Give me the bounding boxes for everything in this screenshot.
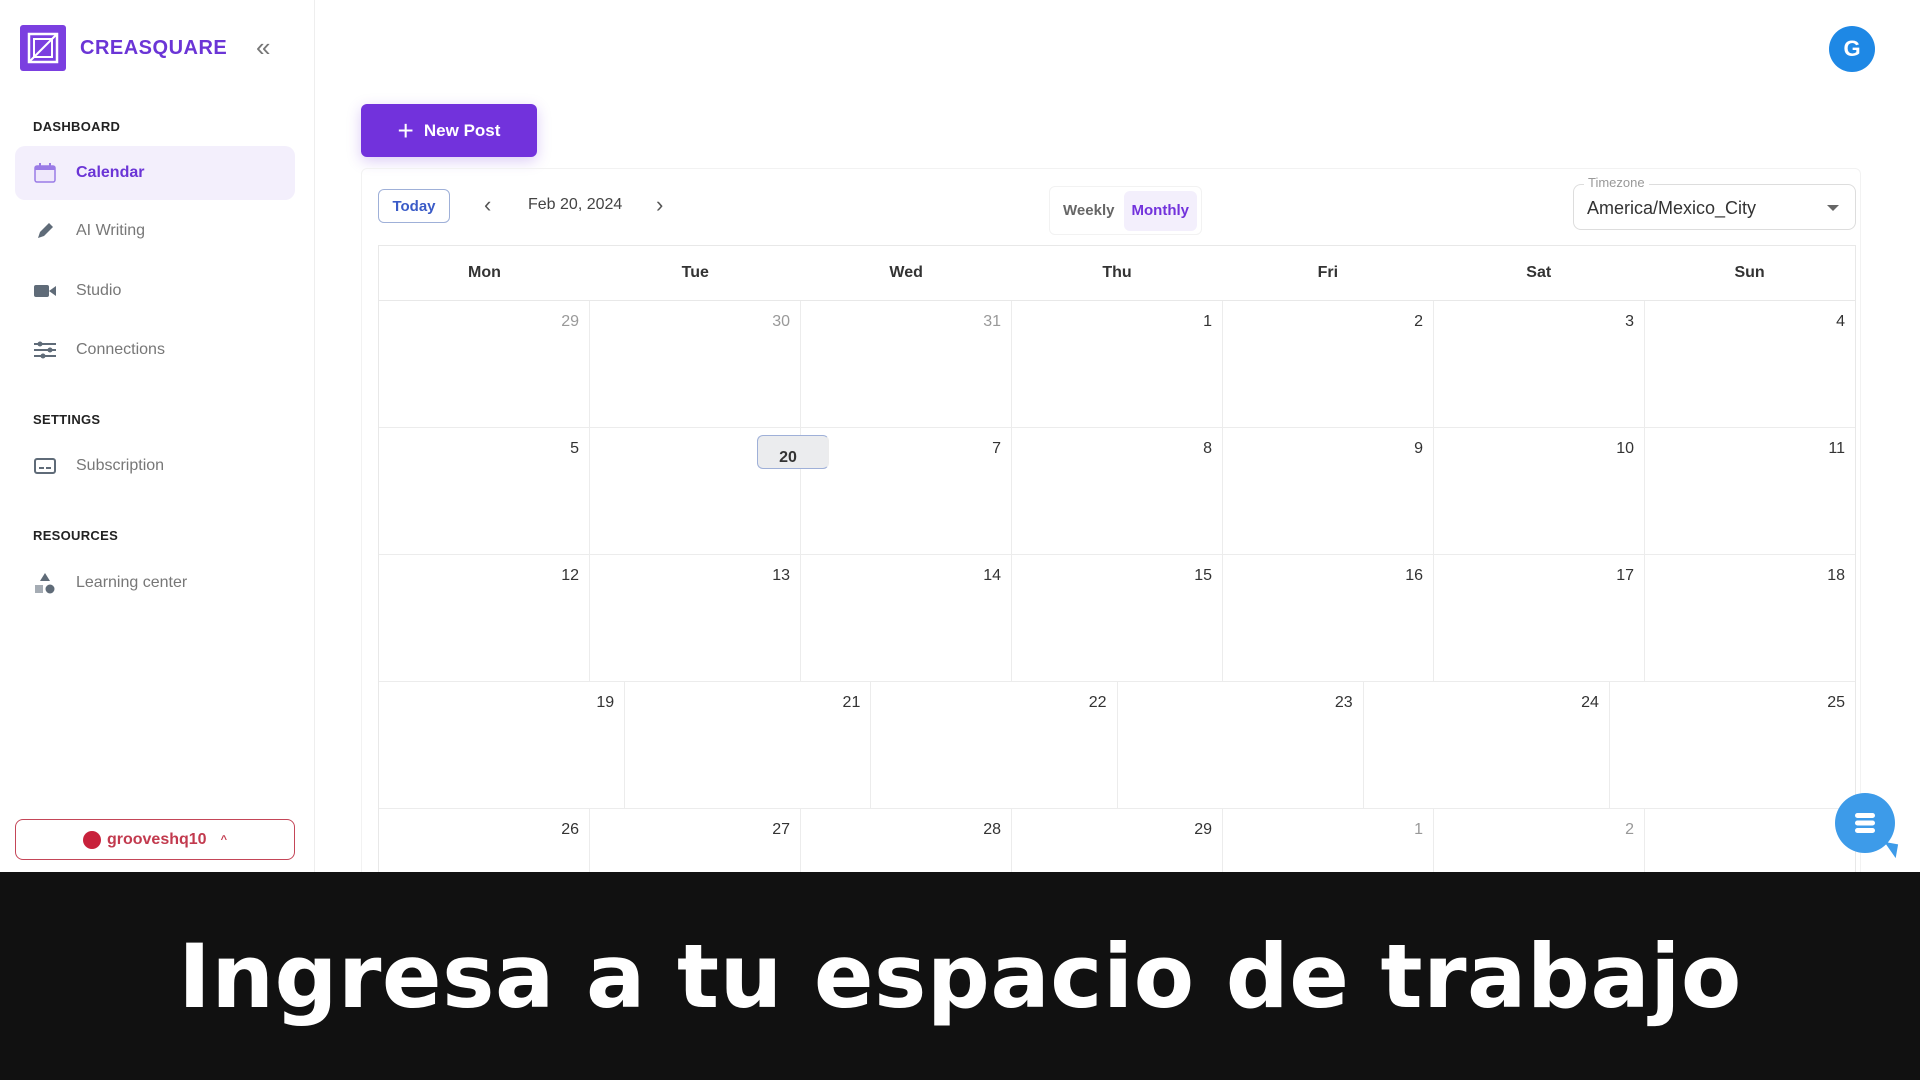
day-cell[interactable]: 17 (1434, 555, 1645, 681)
day-cell[interactable]: 23 (1118, 682, 1364, 808)
tab-monthly[interactable]: Monthly (1123, 190, 1197, 231)
timezone-value: America/Mexico_City (1587, 198, 1757, 218)
day-cell[interactable]: 9 (1223, 428, 1434, 554)
sidebar-item-connections[interactable]: Connections (15, 323, 295, 377)
day-cell[interactable]: 11 (1645, 428, 1855, 554)
weekday-header: Mon Tue Wed Thu Fri Sat Sun (379, 246, 1855, 301)
sliders-icon (33, 338, 57, 362)
week-row: 29 30 31 1 2 3 4 (379, 301, 1855, 428)
tab-weekly[interactable]: Weekly (1054, 191, 1124, 231)
sidebar-item-label: Connections (76, 341, 165, 358)
today-button[interactable]: Today (378, 189, 450, 223)
day-cell[interactable]: 21 (625, 682, 872, 808)
sidebar: CREASQUARE « DASHBOARD Calendar AI Writi… (0, 0, 315, 872)
caption-text: Ingresa a tu espacio de trabajo (178, 924, 1742, 1028)
weekday-tue: Tue (681, 264, 709, 281)
username: grooveshq10 (106, 830, 207, 848)
chevron-up-icon: ^ (220, 833, 228, 846)
weekday-fri: Fri (1317, 264, 1339, 281)
chat-button[interactable] (1835, 793, 1895, 853)
credit-card-icon (33, 454, 57, 478)
day-cell[interactable]: 19 (379, 682, 626, 808)
day-cell-today[interactable]: 20 (757, 435, 829, 469)
sidebar-item-label: AI Writing (76, 222, 146, 239)
sidebar-item-ai-writing[interactable]: AI Writing (15, 204, 295, 258)
new-post-label: New Post (423, 120, 501, 140)
day-cell[interactable]: 18 (1645, 555, 1855, 681)
day-cell[interactable]: 29 (379, 301, 590, 427)
week-row: 19 20 21 22 23 24 25 (379, 435, 1855, 809)
sidebar-item-label: Calendar (76, 164, 145, 181)
day-cell[interactable]: 3 (1434, 301, 1645, 427)
section-settings: SETTINGS (33, 412, 101, 427)
section-dashboard: DASHBOARD (33, 119, 121, 134)
day-cell[interactable]: 10 (1434, 428, 1645, 554)
day-cell[interactable]: 4 (1645, 301, 1855, 427)
timezone-select[interactable]: Timezone America/Mexico_City (1573, 175, 1856, 230)
sidebar-item-label: Subscription (76, 457, 165, 474)
weekday-sat: Sat (1526, 264, 1552, 281)
day-cell[interactable]: 22 (871, 682, 1118, 808)
caret-down-icon (1827, 205, 1839, 211)
calendar-grid: MonTueWedThuFriSatSun 293031123456789101… (378, 245, 1856, 937)
chat-icon (1855, 813, 1875, 833)
collapse-sidebar-icon[interactable]: « (256, 32, 270, 63)
day-cell[interactable]: 16 (1223, 555, 1434, 681)
day-cell[interactable]: 8 (1012, 428, 1223, 554)
user-account-button[interactable]: grooveshq10 ^ (15, 819, 295, 860)
weekday-sun: Sun (1734, 264, 1765, 281)
avatar[interactable]: G (1829, 26, 1875, 72)
week-row: 567891011 (379, 428, 1855, 555)
day-cell[interactable]: 31 (801, 301, 1012, 427)
day-cell[interactable]: 24 (1364, 682, 1610, 808)
status-dot (82, 830, 101, 849)
video-camera-icon (33, 279, 57, 303)
day-cell[interactable]: 1 (1012, 301, 1223, 427)
sidebar-item-label: Learning center (76, 574, 188, 591)
week-row: 12 13 14 15 16 17 18 (379, 555, 1855, 682)
shapes-icon (33, 571, 57, 595)
creasquare-logo[interactable] (20, 25, 66, 71)
day-cell[interactable]: 15 (1012, 555, 1223, 681)
calendar-icon (33, 161, 57, 185)
day-cell[interactable]: 25 (1610, 682, 1855, 808)
sidebar-item-learning-center[interactable]: Learning center (15, 556, 295, 610)
day-cell[interactable]: 7 (801, 428, 1012, 554)
chevron-left-icon[interactable]: ‹ (484, 192, 491, 218)
sidebar-item-calendar[interactable]: Calendar (15, 146, 295, 200)
sidebar-item-studio[interactable]: Studio (15, 264, 295, 318)
section-resources: RESOURCES (33, 528, 119, 543)
day-cell[interactable]: 30 (590, 301, 801, 427)
caption-banner: Ingresa a tu espacio de trabajo (0, 872, 1920, 1080)
day-cell[interactable]: 2 (1223, 301, 1434, 427)
pencil-icon (33, 219, 57, 243)
brand-name: CREASQUARE (80, 37, 228, 59)
day-cell[interactable]: 14 (801, 555, 1012, 681)
current-date: Feb 20, 2024 (528, 196, 623, 213)
plus-icon: + (397, 114, 414, 146)
sidebar-item-label: Studio (76, 282, 122, 299)
day-cell[interactable]: 12 (379, 555, 590, 681)
weekday-thu: Thu (1102, 264, 1132, 281)
view-toggle: Weekly Monthly (1049, 186, 1202, 235)
weekday-wed: Wed (889, 264, 923, 281)
timezone-label: Timezone (1584, 175, 1649, 190)
new-post-button[interactable]: + New Post (361, 104, 537, 157)
sidebar-item-subscription[interactable]: Subscription (15, 439, 295, 493)
day-cell[interactable]: 13 (590, 555, 801, 681)
chevron-right-icon[interactable]: › (656, 192, 663, 218)
day-cell[interactable]: 5 (379, 428, 590, 554)
weekday-mon: Mon (467, 264, 501, 281)
